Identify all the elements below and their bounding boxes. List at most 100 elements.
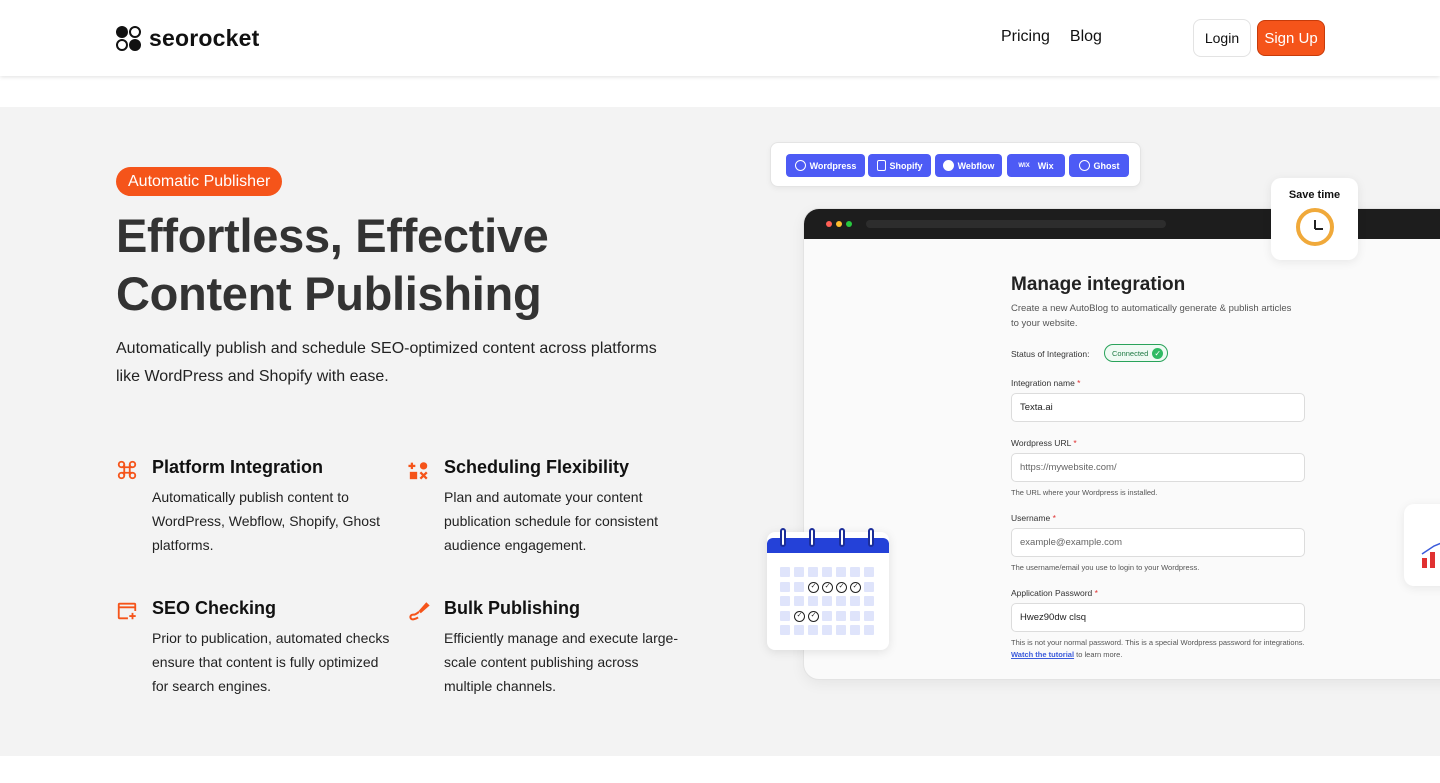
status-value: Connected [1112, 348, 1149, 358]
app-password-help: This is not your normal password. This i… [1011, 637, 1306, 661]
field-label: Wordpress URL [1011, 438, 1071, 448]
calendar-day-cell [780, 610, 790, 621]
feature-platform-integration: Platform Integration Automatically publi… [116, 457, 380, 557]
ghost-icon [1078, 160, 1090, 171]
platform-ghost[interactable]: Ghost [1069, 154, 1129, 177]
analytics-card [1404, 504, 1440, 586]
login-button[interactable]: Login [1193, 19, 1251, 57]
calendar-check-icon: ✓ [836, 581, 847, 593]
help-text: This is not your normal password. This i… [1011, 638, 1305, 647]
shopify-icon [876, 160, 886, 171]
feature-seo-checking: SEO Checking Prior to publication, autom… [116, 598, 389, 698]
calendar-ring [868, 528, 874, 547]
bulk-publish-icon [409, 602, 430, 621]
required-mark: * [1094, 588, 1098, 598]
calendar-day-cell [794, 625, 804, 635]
address-bar [866, 220, 1166, 228]
username-field[interactable]: example@example.com [1011, 528, 1305, 557]
platform-webflow[interactable]: Webflow [935, 154, 1002, 177]
integration-title: Manage integration [1011, 274, 1186, 295]
nav-link-pricing[interactable]: Pricing [1001, 28, 1050, 46]
calendar-day-cell [780, 581, 790, 592]
window-minimize-dot [836, 221, 842, 227]
calendar-check-icon: ✓ [808, 610, 819, 622]
calendar-day-cell [850, 567, 860, 577]
required-mark: * [1073, 438, 1077, 448]
feature-description: Automatically publish content to WordPre… [152, 489, 380, 553]
username-label: Username * [1011, 513, 1056, 523]
username-help: The username/email you use to login to y… [1011, 563, 1200, 572]
calendar-day-cell [864, 596, 874, 606]
main-nav: Pricing Blog [1001, 28, 1102, 46]
calendar-day-cell [850, 596, 860, 606]
calendar-day-cell [822, 567, 832, 577]
field-label: Integration name [1011, 378, 1075, 388]
scheduling-icon [408, 462, 428, 480]
save-time-label: Save time [1288, 189, 1341, 201]
feature-title: Platform Integration [152, 457, 324, 477]
app-password-label: Application Password * [1011, 588, 1098, 598]
signup-button[interactable]: Sign Up [1257, 20, 1325, 56]
clock-icon [1296, 208, 1334, 246]
platform-label: Shopify [889, 160, 923, 171]
platform-label: Webflow [957, 160, 995, 171]
calendar-ring [780, 528, 786, 547]
wordpress-url-help: The URL where your Wordpress is installe… [1011, 488, 1158, 497]
integration-subtitle: Create a new AutoBlog to automatically g… [1011, 303, 1292, 329]
calendar-day-cell [836, 567, 846, 577]
nav-link-blog[interactable]: Blog [1070, 28, 1102, 46]
required-mark: * [1052, 513, 1056, 523]
window-maximize-dot [846, 221, 852, 227]
calendar-icon: ✓ ✓ ✓ ✓ ✓ ✓ [767, 528, 889, 650]
calendar-day-cell [794, 581, 804, 592]
integration-name-label: Integration name * [1011, 378, 1080, 388]
feature-badge: Automatic Publisher [116, 167, 283, 196]
calendar-day-cell [822, 596, 832, 606]
platform-strip: Wordpress Shopify Webflow WIX Wix Ghost [770, 142, 1141, 187]
calendar-ring [839, 528, 845, 547]
field-label: Application Password [1011, 588, 1093, 598]
hero-title-line-1: Effortless, Effective [116, 209, 549, 262]
feature-description: Plan and automate your content publicati… [444, 489, 659, 553]
field-label: Username [1011, 513, 1051, 523]
brand-name: seorocket [149, 25, 260, 51]
calendar-day-cell [808, 567, 818, 577]
calendar-day-cell [808, 596, 818, 606]
platform-wix[interactable]: WIX Wix [1007, 154, 1065, 177]
save-time-card: Save time [1271, 178, 1358, 260]
logo-mark-icon [116, 26, 141, 51]
app-password-field[interactable]: Hwez90dw clsq [1011, 603, 1305, 632]
calendar-day-cell [808, 625, 818, 635]
wordpress-url-field[interactable]: https://mywebsite.com/ [1011, 453, 1305, 482]
feature-bulk-publishing: Bulk Publishing Efficiently manage and e… [408, 598, 678, 698]
platform-label: Ghost [1093, 160, 1120, 171]
feature-title: Scheduling Flexibility [444, 457, 630, 477]
hero-title-line-2: Content Publishing [116, 267, 542, 320]
integration-window: Manage integration Create a new AutoBlog… [803, 208, 1440, 680]
window-close-dot [826, 221, 832, 227]
hero-section: Automatic Publisher Effortless, Effectiv… [0, 107, 1440, 756]
platform-shopify[interactable]: Shopify [868, 154, 931, 177]
feature-scheduling-flexibility: Scheduling Flexibility Plan and automate… [408, 457, 668, 557]
brand-logo[interactable]: seorocket [116, 25, 259, 52]
status-label: Status of Integration: [1011, 349, 1090, 359]
calendar-day-cell [836, 610, 846, 621]
calendar-day-cell [864, 567, 874, 577]
integration-name-field[interactable]: Texta.ai [1011, 393, 1305, 422]
bar-chart-icon [1421, 542, 1440, 568]
calendar-day-cell [850, 625, 860, 635]
platform-wordpress[interactable]: Wordpress [786, 154, 865, 177]
webflow-icon [942, 160, 954, 171]
calendar-day-cell [780, 567, 790, 577]
watch-tutorial-link[interactable]: Watch the tutorial [1011, 650, 1074, 659]
calendar-check-icon: ✓ [850, 581, 861, 593]
calendar-day-cell [794, 567, 804, 577]
calendar-day-cell [864, 625, 874, 635]
calendar-day-cell [864, 610, 874, 621]
check-icon: ✓ [1152, 347, 1164, 359]
wordpress-url-label: Wordpress URL * [1011, 438, 1077, 448]
hero-lead: Automatically publish and schedule SEO-o… [116, 340, 657, 385]
calendar-day-cell [836, 625, 846, 635]
calendar-ring [809, 528, 815, 547]
site-header: seorocket Pricing Blog Login Sign Up [0, 0, 1440, 76]
